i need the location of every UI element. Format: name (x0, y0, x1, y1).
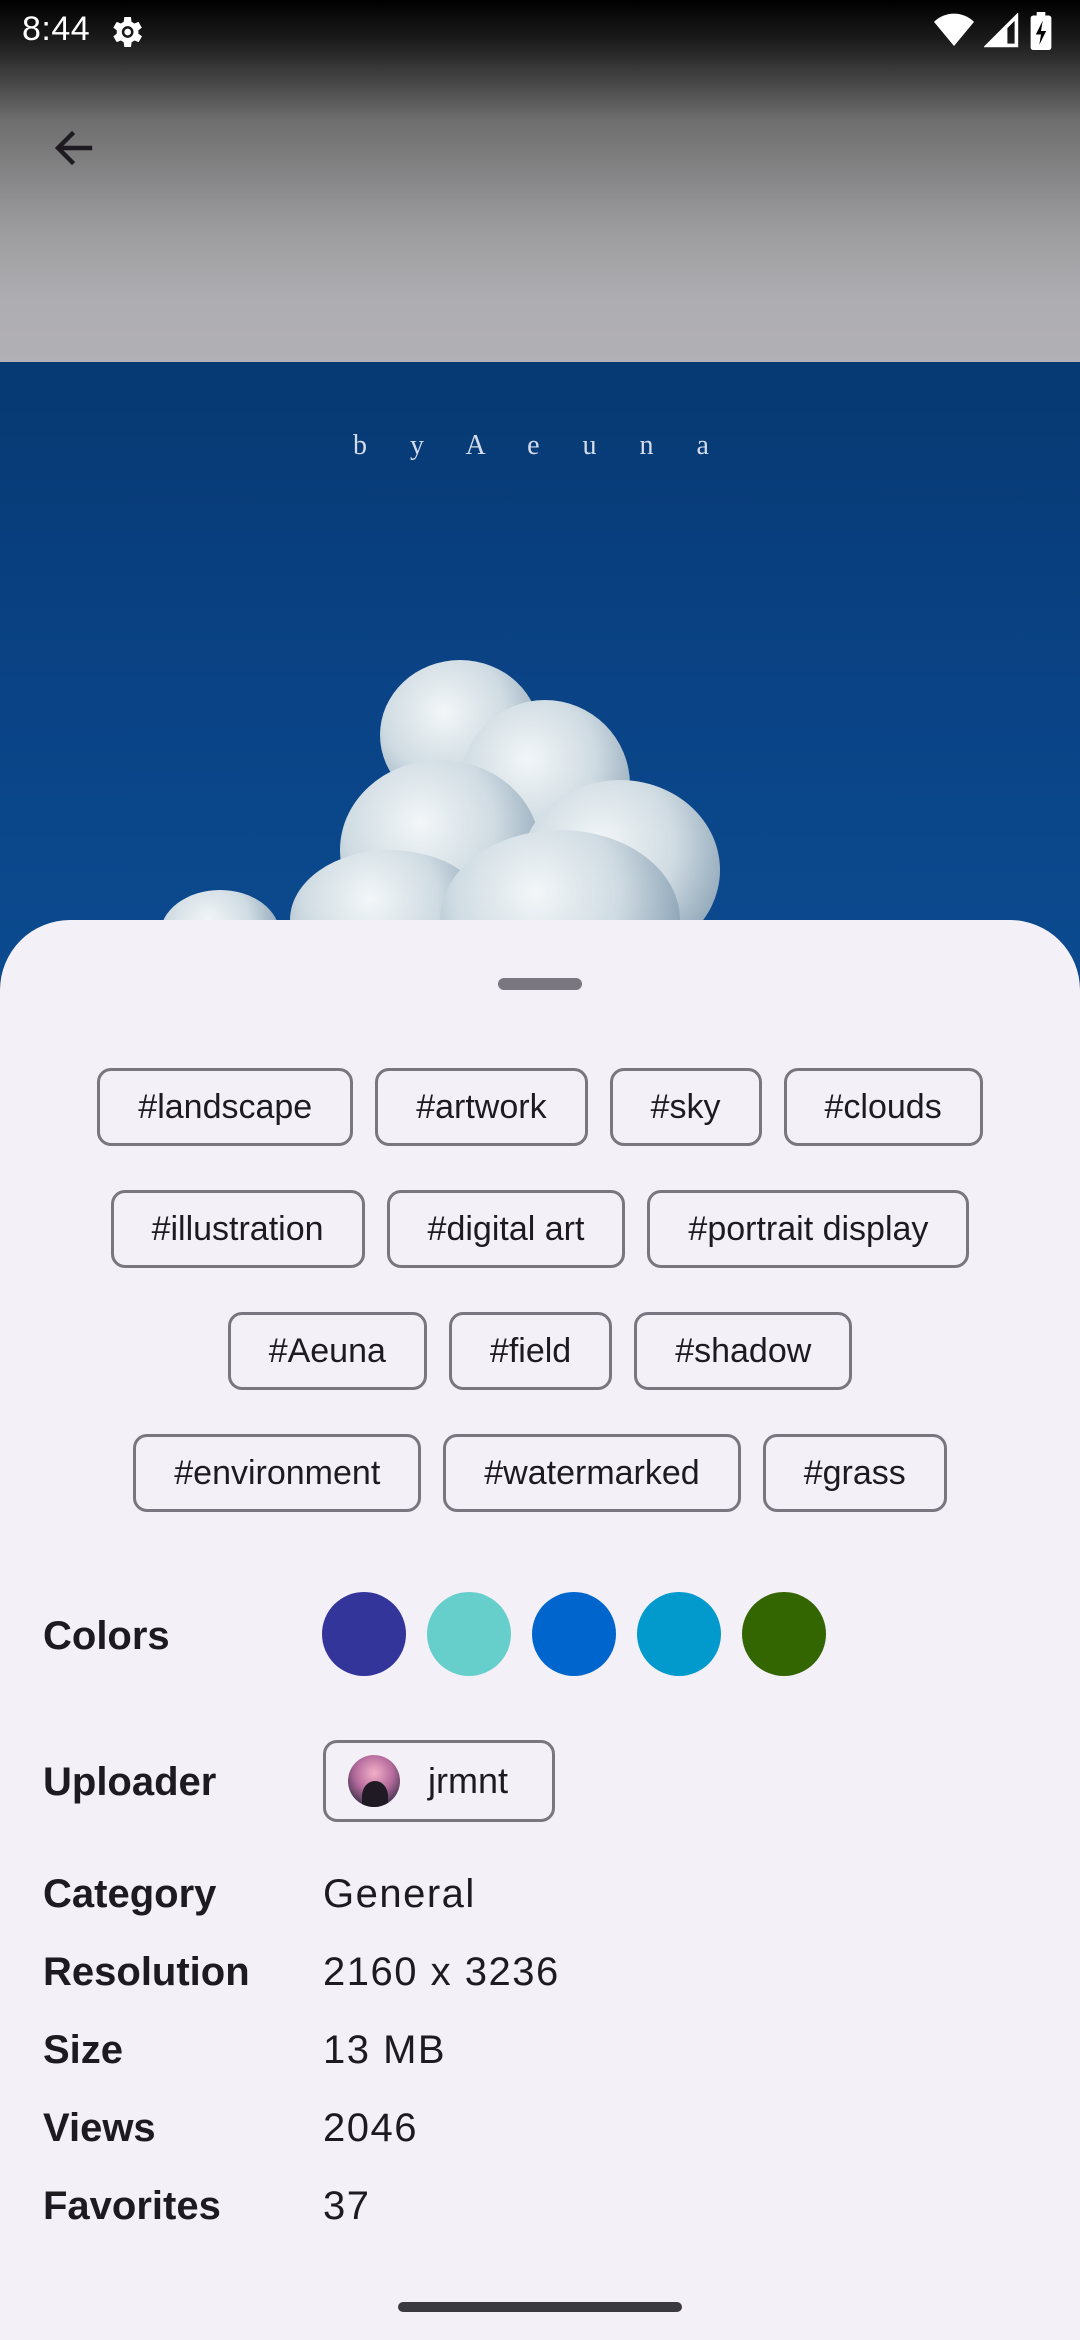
wifi-icon (934, 13, 974, 58)
color-swatch[interactable] (637, 1592, 721, 1676)
tag-chip[interactable]: #shadow (634, 1312, 853, 1390)
wallpaper-detail-screen: b y A e u n a 8:44 #landscape #artwork #… (0, 0, 1080, 2340)
size-value: 13 MB (323, 2028, 447, 2072)
views-label: Views (43, 2106, 156, 2150)
favorites-value: 37 (323, 2184, 371, 2228)
tag-chip[interactable]: #artwork (375, 1068, 588, 1146)
category-label: Category (43, 1872, 217, 1916)
tag-chip[interactable]: #grass (762, 1434, 947, 1512)
color-swatch[interactable] (742, 1592, 826, 1676)
tag-chip[interactable]: #illustration (110, 1190, 365, 1268)
sheet-drag-handle[interactable] (498, 978, 582, 990)
cell-signal-icon (983, 12, 1020, 58)
status-time: 8:44 (22, 10, 91, 48)
uploader-avatar (348, 1755, 400, 1807)
color-swatch[interactable] (322, 1592, 406, 1676)
tag-chip[interactable]: #digital art (386, 1190, 626, 1268)
tag-row: #illustration #digital art #portrait dis… (40, 1190, 1040, 1268)
tag-chip[interactable]: #clouds (783, 1068, 983, 1146)
details-bottom-sheet[interactable]: #landscape #artwork #sky #clouds #illust… (0, 920, 1080, 2340)
color-swatch[interactable] (532, 1592, 616, 1676)
color-swatch[interactable] (427, 1592, 511, 1676)
tag-chip[interactable]: #sky (609, 1068, 762, 1146)
colors-label: Colors (43, 1614, 170, 1658)
size-label: Size (43, 2028, 124, 2072)
tag-chip[interactable]: #environment (133, 1434, 422, 1512)
resolution-label: Resolution (43, 1950, 250, 1994)
uploader-label: Uploader (43, 1760, 217, 1804)
arrow-back-icon (54, 130, 93, 166)
battery-charging-icon (1030, 12, 1052, 59)
tag-chip[interactable]: #field (448, 1312, 613, 1390)
wallpaper-watermark: b y A e u n a (353, 430, 727, 461)
favorites-label: Favorites (43, 2184, 221, 2228)
views-value: 2046 (323, 2106, 418, 2150)
tag-chip[interactable]: #Aeuna (227, 1312, 427, 1390)
status-bar: 8:44 (0, 0, 1080, 62)
settings-gear-icon (106, 12, 146, 52)
tag-row: #Aeuna #field #shadow (40, 1312, 1040, 1390)
tag-row: #environment #watermarked #grass (40, 1434, 1040, 1512)
category-value: General (323, 1872, 476, 1916)
tag-chip[interactable]: #portrait display (647, 1190, 970, 1268)
uploader-chip[interactable]: jrmnt (323, 1740, 555, 1822)
tag-list: #landscape #artwork #sky #clouds #illust… (40, 1068, 1040, 1556)
home-indicator[interactable] (398, 2302, 682, 2312)
tag-chip[interactable]: #landscape (97, 1068, 354, 1146)
tag-row: #landscape #artwork #sky #clouds (40, 1068, 1040, 1146)
tag-chip[interactable]: #watermarked (443, 1434, 741, 1512)
status-icons (934, 12, 1052, 59)
resolution-value: 2160 x 3236 (323, 1950, 560, 1994)
uploader-name: jrmnt (428, 1760, 508, 1801)
back-button[interactable] (34, 108, 114, 188)
